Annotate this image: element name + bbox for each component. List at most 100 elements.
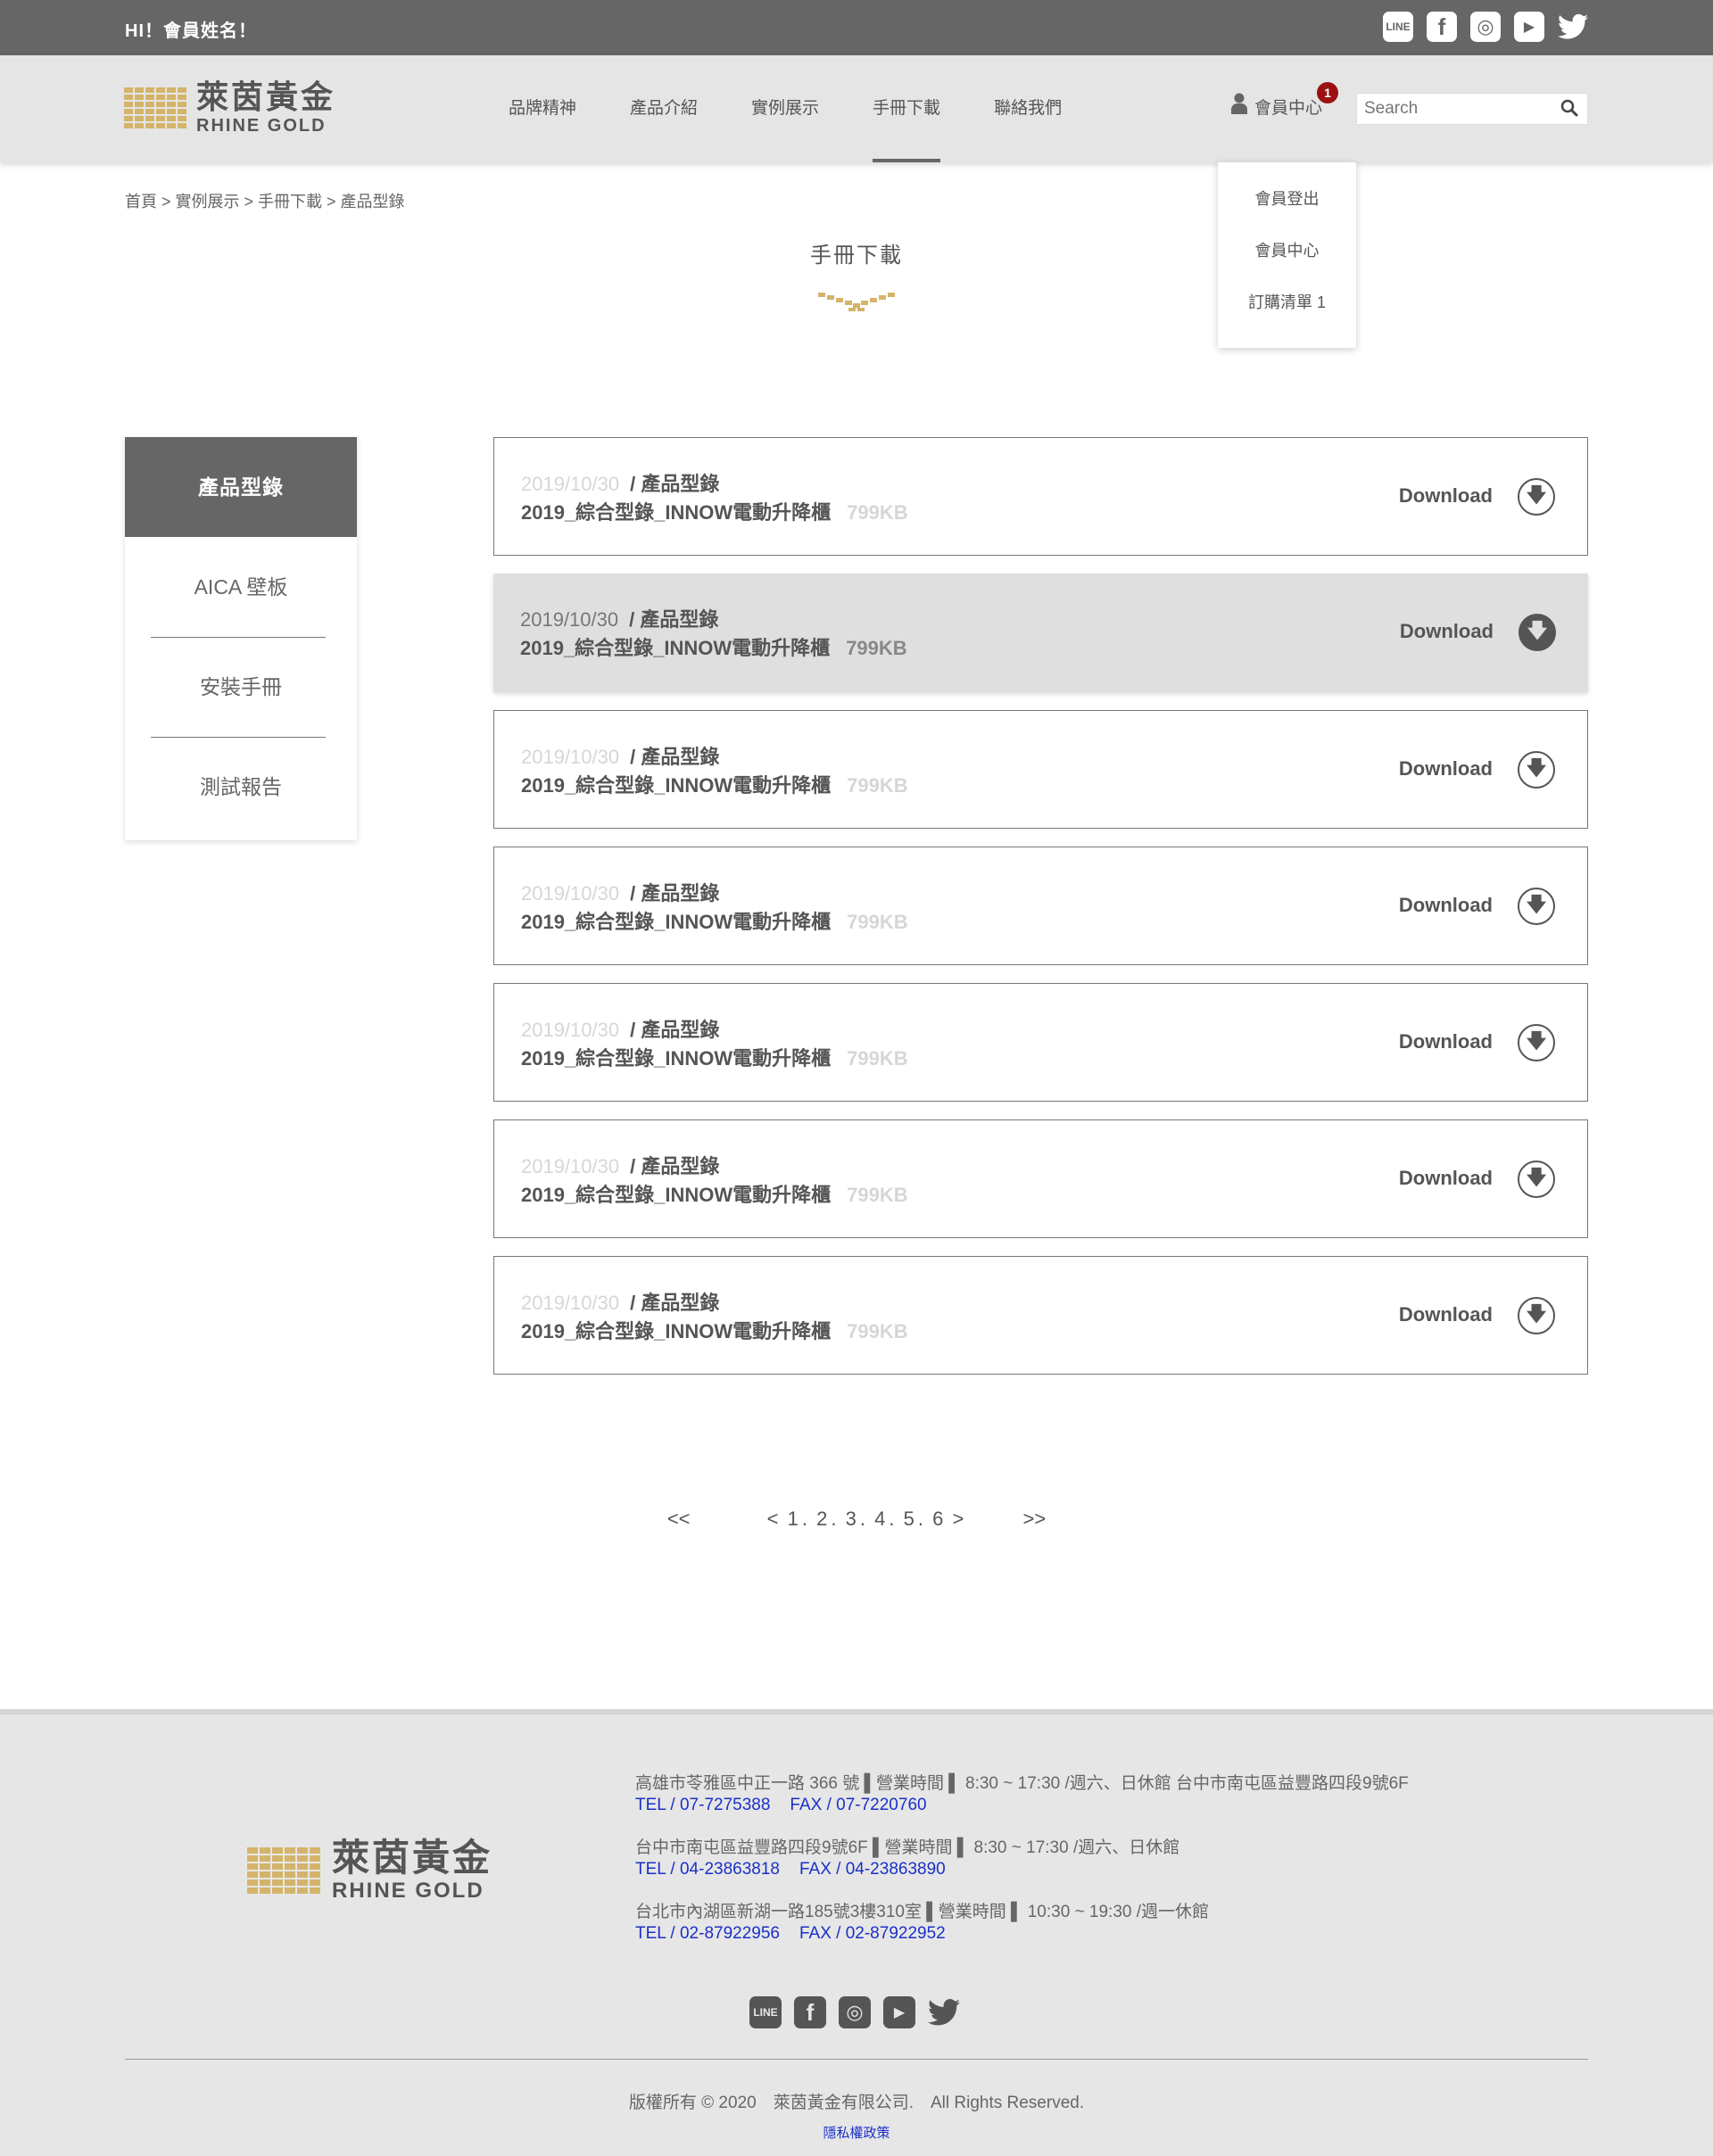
sidebar-item-aica[interactable]: AICA 壁板 [125,537,357,637]
line-icon[interactable]: LINE [1383,12,1413,42]
download-arrow-icon[interactable]: 🡇 [1518,1161,1555,1198]
site-logo[interactable]: 萊茵黃金 RHINE GOLD [124,75,335,141]
privacy-policy-link[interactable]: 隱私權政策 [0,2123,1713,2142]
social-links-footer: LINE f ◎ ▶ [749,1996,960,2028]
download-arrow-icon[interactable]: 🡇 [1518,1297,1555,1334]
download-arrow-icon[interactable]: 🡇 [1518,888,1555,925]
search-icon[interactable] [1560,99,1578,122]
category-sidebar: 產品型錄 AICA 壁板 安裝手冊 測試報告 [125,437,357,840]
nav-contact[interactable]: 聯絡我們 [967,55,1088,162]
sidebar-item-install-manual[interactable]: 安裝手冊 [125,637,357,737]
nav-downloads[interactable]: 手冊下載 [846,55,967,162]
nav-brand[interactable]: 品牌精神 [482,55,603,162]
member-center-label: 會員中心 [1254,98,1323,118]
pagination-next[interactable]: > [953,1508,964,1531]
page-separator: . [801,1508,807,1530]
tel-link[interactable]: TEL / 07-7275388 [635,1796,770,1814]
twitter-icon[interactable] [928,1996,960,2028]
download-row[interactable]: 2019/10/30 / 產品型錄 2019_綜合型錄_INNOW電動升降櫃 799… [493,574,1588,692]
breadcrumb[interactable]: 首頁 > 實例展示 > 手冊下載 > 產品型錄 [125,189,405,212]
page-separator: . [917,1508,923,1530]
row-date: 2019/10/30 [521,1155,620,1177]
youtube-icon[interactable]: ▶ [883,1996,915,2028]
page-3[interactable]: 3 [846,1508,856,1531]
page-6[interactable]: 6 [932,1508,943,1531]
download-button[interactable]: Download [1399,1167,1493,1190]
download-row[interactable]: 2019/10/30 / 產品型錄 2019_綜合型錄_INNOW電動升降櫃 799… [493,1256,1588,1375]
user-icon [1231,93,1247,120]
download-arrow-icon[interactable]: 🡇 [1518,478,1555,516]
page-separator: . [859,1508,865,1530]
pagination-prev[interactable]: < [767,1508,779,1531]
member-center-button[interactable]: 會員中心 1 [1231,82,1339,120]
row-file-size: 799KB [846,637,907,659]
row-category: / 產品型錄 [630,882,720,905]
page-separator: . [889,1508,895,1530]
facebook-icon[interactable]: f [794,1996,826,2028]
download-row[interactable]: 2019/10/30 / 產品型錄 2019_綜合型錄_INNOW電動升降櫃 799… [493,1119,1588,1238]
download-row[interactable]: 2019/10/30 / 產品型錄 2019_綜合型錄_INNOW電動升降櫃 799… [493,710,1588,829]
download-button[interactable]: Download [1399,894,1493,917]
sidebar-item-test-report[interactable]: 測試報告 [125,737,357,837]
row-file-size: 799KB [847,1047,908,1070]
page-1[interactable]: 1 [788,1508,799,1531]
row-category: / 產品型錄 [630,746,720,768]
main-nav: 品牌精神 產品介紹 實例展示 手冊下載 聯絡我們 [482,55,1088,162]
pagination-first[interactable]: << [667,1508,691,1531]
row-file-size: 799KB [847,501,908,524]
download-arrow-icon[interactable]: 🡇 [1518,751,1555,789]
page-5[interactable]: 5 [904,1508,914,1531]
menu-item-order-list[interactable]: 訂購清單 1 [1218,294,1356,346]
twitter-icon[interactable] [1558,12,1588,42]
download-button[interactable]: Download [1399,757,1493,781]
page-4[interactable]: 4 [874,1508,885,1531]
download-row[interactable]: 2019/10/30 / 產品型錄 2019_綜合型錄_INNOW電動升降櫃 799… [493,437,1588,556]
pagination-last[interactable]: >> [1022,1508,1046,1531]
download-row[interactable]: 2019/10/30 / 產品型錄 2019_綜合型錄_INNOW電動升降櫃 799… [493,847,1588,965]
row-file-name: 2019_綜合型錄_INNOW電動升降櫃 [521,911,832,933]
download-button[interactable]: Download [1399,484,1493,508]
facebook-icon[interactable]: f [1427,12,1457,42]
rhine-gold-logo-icon [124,75,186,141]
row-file-name: 2019_綜合型錄_INNOW電動升降櫃 [521,1184,832,1206]
download-button[interactable]: Download [1399,1030,1493,1053]
row-file-name: 2019_綜合型錄_INNOW電動升降櫃 [521,774,832,797]
youtube-icon[interactable]: ▶ [1514,12,1544,42]
footer-logo[interactable]: 萊茵黃金 RHINE GOLD [247,1832,492,1909]
sidebar-item-catalog[interactable]: 產品型錄 [125,437,357,537]
nav-products[interactable]: 產品介紹 [603,55,724,162]
download-arrow-icon[interactable]: 🡇 [1518,1024,1555,1061]
site-footer: 萊茵黃金 RHINE GOLD 高雄市苓雅區中正一路 366 號 ▌營業時間 ▌… [0,1709,1713,2156]
download-row[interactable]: 2019/10/30 / 產品型錄 2019_綜合型錄_INNOW電動升降櫃 799… [493,983,1588,1102]
member-greeting: HI！會員姓名！ [125,21,257,41]
page-2[interactable]: 2 [816,1508,827,1531]
search-input[interactable] [1357,94,1553,124]
copyright-text: 版權所有 © 2020 萊茵黃金有限公司. All Rights Reserve… [628,2094,1085,2112]
row-file-name: 2019_綜合型錄_INNOW電動升降櫃 [521,1320,832,1342]
pagination: << < 1. 2. 3. 4. 5. 6 > >> [0,1508,1713,1531]
logo-name-en: RHINE GOLD [196,115,327,136]
row-file-name: 2019_綜合型錄_INNOW電動升降櫃 [520,637,831,659]
address-kaohsiung: 高雄市苓雅區中正一路 366 號 ▌營業時間 ▌ 8:30 ~ 17:30 /週… [635,1773,1527,1816]
menu-item-logout[interactable]: 會員登出 [1218,191,1356,243]
row-file-size: 799KB [847,774,908,797]
row-file-name: 2019_綜合型錄_INNOW電動升降櫃 [521,1047,832,1070]
row-date: 2019/10/30 [521,746,620,768]
row-category: / 產品型錄 [629,608,719,631]
tel-link[interactable]: TEL / 04-23863818 [635,1860,780,1879]
footer-divider [125,2059,1588,2060]
rhine-gold-logo-icon [247,1832,320,1909]
tel-link[interactable]: TEL / 02-87922956 [635,1924,780,1943]
page-title: 手冊下載 [810,244,903,268]
instagram-icon[interactable]: ◎ [839,1996,871,2028]
instagram-icon[interactable]: ◎ [1470,12,1501,42]
row-file-size: 799KB [847,1184,908,1206]
download-button[interactable]: Download [1400,620,1494,643]
download-button[interactable]: Download [1399,1303,1493,1326]
address-taichung: 台中市南屯區益豐路四段9號6F ▌營業時間 ▌ 8:30 ~ 17:30 /週六… [635,1838,1527,1880]
nav-cases[interactable]: 實例展示 [724,55,846,162]
download-arrow-icon[interactable]: 🡇 [1519,614,1556,651]
line-icon[interactable]: LINE [749,1996,782,2028]
search-box [1356,93,1588,125]
row-date: 2019/10/30 [521,473,620,495]
